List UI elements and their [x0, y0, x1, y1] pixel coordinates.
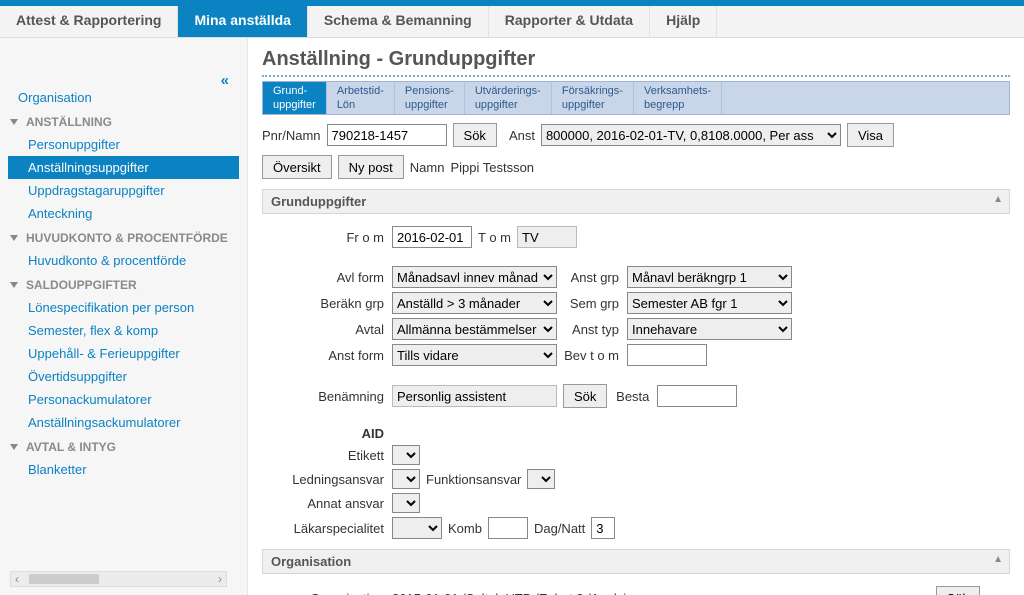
sidebar-huvudkonto[interactable]: Huvudkonto & procentförde	[8, 249, 239, 272]
sidebar-blanketter[interactable]: Blanketter	[8, 458, 239, 481]
avtal-select[interactable]: Allmänna bestämmelser	[392, 318, 557, 340]
tom-label: T o m	[472, 230, 517, 245]
mainnav-attest[interactable]: Attest & Rapportering	[0, 6, 178, 37]
collapse-sidebar-icon[interactable]: «	[221, 72, 229, 89]
sidebar-semester[interactable]: Semester, flex & komp	[8, 319, 239, 342]
collapse-up-icon[interactable]: ▲	[993, 554, 1003, 565]
dagnatt-label: Dag/Natt	[528, 521, 591, 536]
aid-header: AID	[262, 426, 392, 441]
etikett-label: Etikett	[262, 448, 392, 463]
avlform-select[interactable]: Månadsavl innev månad	[392, 266, 557, 288]
anstform-select[interactable]: Tills vidare	[392, 344, 557, 366]
sidebar-scrollbar[interactable]: ‹ ›	[10, 571, 227, 587]
sidebar-personack[interactable]: Personackumulatorer	[8, 388, 239, 411]
anst-select[interactable]: 800000, 2016-02-01-TV, 0,8108.0000, Per …	[541, 124, 841, 146]
sidebar-anstallningsack[interactable]: Anställningsackumulatorer	[8, 411, 239, 434]
sidebar-lonespec[interactable]: Lönespecifikation per person	[8, 296, 239, 319]
subtab-arbetstid[interactable]: Arbetstid-Lön	[327, 82, 395, 114]
sidebar-group-anstallning[interactable]: ANSTÄLLNING	[8, 109, 239, 133]
sidebar-group-avtal[interactable]: AVTAL & INTYG	[8, 434, 239, 458]
avtal-label: Avtal	[262, 322, 392, 337]
subtab-forsakrings[interactable]: Försäkrings-uppgifter	[552, 82, 634, 114]
scroll-right-icon[interactable]: ›	[218, 572, 222, 586]
besta-label: Besta	[607, 389, 657, 404]
subtab-utvarderings[interactable]: Utvärderings-uppgifter	[465, 82, 552, 114]
from-label: Fr o m	[262, 230, 392, 245]
from-input[interactable]	[392, 226, 472, 248]
caret-down-icon	[10, 119, 18, 125]
lakar-select[interactable]	[392, 517, 442, 539]
grund-panel-header[interactable]: Grunduppgifter ▲	[262, 189, 1010, 214]
anst-label: Anst	[509, 128, 535, 143]
ansttyp-select[interactable]: Innehavare	[627, 318, 792, 340]
semgrp-select[interactable]: Semester AB fgr 1	[627, 292, 792, 314]
mainnav-rapporter[interactable]: Rapporter & Utdata	[489, 6, 650, 37]
sidebar-uppdragstagaruppgifter[interactable]: Uppdragstagaruppgifter	[8, 179, 239, 202]
sidebar-overtid[interactable]: Övertidsuppgifter	[8, 365, 239, 388]
anstgrp-select[interactable]: Månavl beräkngrp 1	[627, 266, 792, 288]
sidebar-organisation[interactable]: Organisation	[8, 86, 239, 109]
mainnav-mina-anstallda[interactable]: Mina anställda	[178, 6, 307, 37]
org-label: Organisation	[262, 591, 392, 595]
sidebar-uppehall[interactable]: Uppehåll- & Ferieuppgifter	[8, 342, 239, 365]
collapse-up-icon[interactable]: ▲	[993, 194, 1003, 205]
subtab-grunduppgifter[interactable]: Grund-uppgifter	[263, 82, 327, 114]
sidebar: « Organisation ANSTÄLLNING Personuppgift…	[0, 38, 248, 595]
semgrp-label: Sem grp	[557, 296, 627, 311]
ansttyp-label: Anst typ	[557, 322, 627, 337]
org-value: 2015-01-01 /Soltak UTB /Enhet 3 /Apelsin…	[392, 591, 648, 595]
caret-down-icon	[10, 235, 18, 241]
sidebar-group-huvudkonto[interactable]: HUVUDKONTO & PROCENTFÖRDE	[8, 225, 239, 249]
subtab-pensions[interactable]: Pensions-uppgifter	[395, 82, 465, 114]
sok-button[interactable]: Sök	[453, 123, 497, 147]
pnr-input[interactable]	[327, 124, 447, 146]
pnr-label: Pnr/Namn	[262, 128, 321, 143]
sidebar-anteckning[interactable]: Anteckning	[8, 202, 239, 225]
ledning-label: Ledningsansvar	[262, 472, 392, 487]
sidebar-group-saldo[interactable]: SALDOUPPGIFTER	[8, 272, 239, 296]
namn-value: Pippi Testsson	[450, 160, 534, 175]
visa-button[interactable]: Visa	[847, 123, 894, 147]
funktion-label: Funktionsansvar	[420, 472, 527, 487]
org-panel-header[interactable]: Organisation ▲	[262, 549, 1010, 574]
berakngrp-select[interactable]: Anställd > 3 månader	[392, 292, 557, 314]
annat-label: Annat ansvar	[262, 496, 392, 511]
oversikt-button[interactable]: Översikt	[262, 155, 332, 179]
mainnav-schema[interactable]: Schema & Bemanning	[308, 6, 489, 37]
ledning-select[interactable]	[392, 469, 420, 489]
main-nav: Attest & Rapportering Mina anställda Sch…	[0, 6, 1024, 38]
etikett-select[interactable]	[392, 445, 420, 465]
benamning-sok-button[interactable]: Sök	[563, 384, 607, 408]
besta-input[interactable]	[657, 385, 737, 407]
komb-input[interactable]	[488, 517, 528, 539]
bev-input[interactable]	[627, 344, 707, 366]
berakngrp-label: Beräkn grp	[262, 296, 392, 311]
page-title: Anställning - Grunduppgifter	[262, 48, 1010, 71]
sidebar-personuppgifter[interactable]: Personuppgifter	[8, 133, 239, 156]
subtabs: Grund-uppgifter Arbetstid-Lön Pensions-u…	[262, 81, 1010, 115]
benamning-label: Benämning	[262, 389, 392, 404]
nypost-button[interactable]: Ny post	[338, 155, 404, 179]
caret-down-icon	[10, 444, 18, 450]
sidebar-anstallningsuppgifter[interactable]: Anställningsuppgifter	[8, 156, 239, 179]
tom-input	[517, 226, 577, 248]
anstgrp-label: Anst grp	[557, 270, 627, 285]
lakar-label: Läkarspecialitet	[262, 521, 392, 536]
scroll-thumb[interactable]	[29, 574, 99, 584]
mainnav-hjalp[interactable]: Hjälp	[650, 6, 717, 37]
scroll-left-icon[interactable]: ‹	[15, 572, 19, 586]
anstform-label: Anst form	[262, 348, 392, 363]
dagnatt-input[interactable]	[591, 517, 615, 539]
benamning-input[interactable]	[392, 385, 557, 407]
funktion-select[interactable]	[527, 469, 555, 489]
org-sok-button[interactable]: Sök	[936, 586, 980, 595]
caret-down-icon	[10, 282, 18, 288]
komb-label: Komb	[442, 521, 488, 536]
bev-label: Bev t o m	[557, 348, 627, 363]
avlform-label: Avl form	[262, 270, 392, 285]
subtab-verksamhets[interactable]: Verksamhets-begrepp	[634, 82, 722, 114]
namn-label: Namn	[410, 160, 445, 175]
annat-select[interactable]	[392, 493, 420, 513]
